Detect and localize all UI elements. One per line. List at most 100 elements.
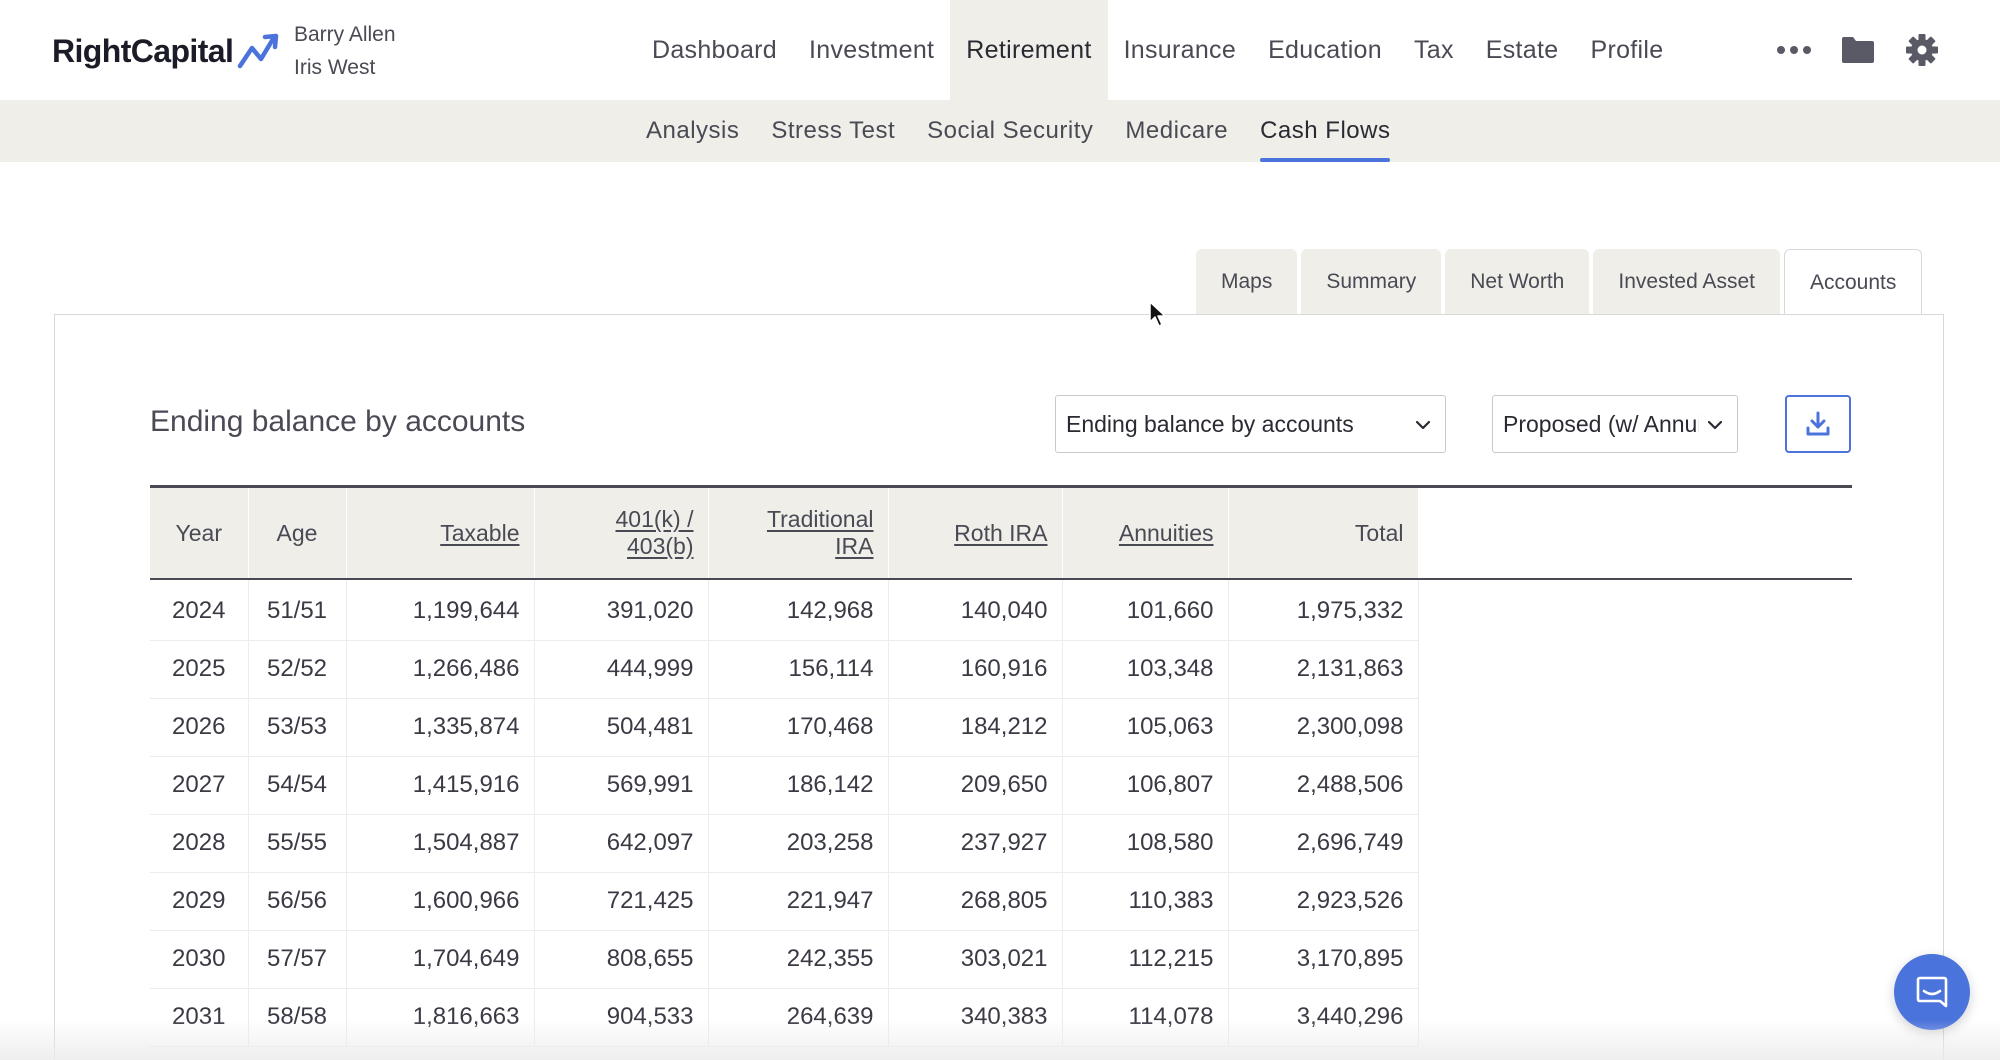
client-names[interactable]: Barry Allen Iris West — [294, 18, 396, 84]
cell-annuities: 108,580 — [1062, 814, 1229, 873]
cell-annuities: 112,215 — [1062, 930, 1229, 989]
cell-401k: 904,533 — [534, 988, 709, 1047]
cell-taxable: 1,816,663 — [346, 988, 535, 1047]
chat-icon — [1916, 976, 1948, 1008]
cell-total: 3,440,296 — [1228, 988, 1419, 1047]
header-year: Year — [150, 488, 249, 578]
cell-annuities: 114,078 — [1062, 988, 1229, 1047]
cell-taxable: 1,335,874 — [346, 698, 535, 757]
sub-navigation: Analysis Stress Test Social Security Med… — [0, 100, 2000, 162]
cell-roth-ira: 140,040 — [888, 578, 1063, 641]
header-401k[interactable]: 401(k) /403(b) — [534, 488, 709, 578]
cell-total: 2,488,506 — [1228, 756, 1419, 815]
cell-roth-ira: 160,916 — [888, 640, 1063, 699]
header-annuities-label: Annuities — [1118, 519, 1214, 546]
subnav-medicare[interactable]: Medicare — [1109, 100, 1244, 162]
subnav-analysis[interactable]: Analysis — [630, 100, 755, 162]
tab-accounts[interactable]: Accounts — [1783, 249, 1923, 316]
mouse-cursor-icon — [1149, 301, 1166, 327]
cell-401k: 642,097 — [534, 814, 709, 873]
header-trad-line1: Traditional — [766, 506, 874, 532]
cell-401k: 808,655 — [534, 930, 709, 989]
subnav-social-security[interactable]: Social Security — [911, 100, 1109, 162]
tab-invested-asset[interactable]: Invested Asset — [1593, 249, 1780, 315]
table-row: 2028 55/55 1,504,887 642,097 203,258 237… — [150, 814, 1419, 873]
cell-roth-ira: 303,021 — [888, 930, 1063, 989]
cell-401k: 444,999 — [534, 640, 709, 699]
cell-annuities: 106,807 — [1062, 756, 1229, 815]
cell-traditional-ira: 156,114 — [708, 640, 889, 699]
tab-maps[interactable]: Maps — [1196, 249, 1298, 315]
header-total: Total — [1228, 488, 1419, 578]
gear-icon — [1906, 34, 1938, 66]
download-button[interactable] — [1785, 395, 1851, 453]
subnav-stress-test[interactable]: Stress Test — [755, 100, 911, 162]
cell-total: 3,170,895 — [1228, 930, 1419, 989]
cell-traditional-ira: 264,639 — [708, 988, 889, 1047]
accounts-table: Year Age Taxable 401(k) /403(b) Traditio… — [150, 488, 1419, 1047]
tab-summary[interactable]: Summary — [1301, 249, 1442, 315]
cell-taxable: 1,600,966 — [346, 872, 535, 931]
cell-age: 54/54 — [248, 756, 347, 815]
scenario-select-value: Proposed (w/ Annuity) — [1503, 410, 1699, 437]
nav-retirement[interactable]: Retirement — [950, 0, 1108, 100]
header-taxable[interactable]: Taxable — [346, 488, 535, 578]
cell-roth-ira: 340,383 — [888, 988, 1063, 1047]
nav-tax[interactable]: Tax — [1398, 0, 1470, 100]
cell-age: 53/53 — [248, 698, 347, 757]
more-horizontal-icon — [1777, 46, 1811, 54]
nav-profile[interactable]: Profile — [1574, 0, 1679, 100]
header-401k-line2: 403(b) — [627, 533, 694, 559]
header-roth-label: Roth IRA — [954, 519, 1048, 546]
client-primary-name: Barry Allen — [294, 23, 396, 46]
brand-mark-icon — [238, 33, 279, 69]
cell-year: 2028 — [150, 814, 249, 873]
table-row: 2026 53/53 1,335,874 504,481 170,468 184… — [150, 698, 1419, 757]
more-menu-button[interactable] — [1762, 0, 1826, 100]
cell-total: 2,300,098 — [1228, 698, 1419, 757]
vault-button[interactable] — [1826, 0, 1890, 100]
panel-title: Ending balance by accounts — [150, 405, 526, 438]
settings-button[interactable] — [1890, 0, 1954, 100]
download-icon — [1806, 411, 1830, 436]
top-navigation: RightCapital Barry Allen Iris West Dashb… — [0, 0, 2000, 100]
cell-roth-ira: 237,927 — [888, 814, 1063, 873]
chat-launcher-button[interactable] — [1894, 954, 1970, 1030]
view-select[interactable]: Ending balance by accounts — [1055, 395, 1446, 453]
nav-education[interactable]: Education — [1252, 0, 1398, 100]
nav-estate[interactable]: Estate — [1470, 0, 1575, 100]
chevron-down-icon — [1707, 420, 1723, 430]
table-row: 2025 52/52 1,266,486 444,999 156,114 160… — [150, 640, 1419, 699]
header-taxable-label: Taxable — [440, 519, 520, 546]
table-row: 2030 57/57 1,704,649 808,655 242,355 303… — [150, 930, 1419, 989]
cell-annuities: 103,348 — [1062, 640, 1229, 699]
client-spouse-name: Iris West — [294, 56, 376, 79]
cell-roth-ira: 209,650 — [888, 756, 1063, 815]
header-traditional-ira[interactable]: Traditional IRA — [708, 488, 889, 578]
cell-age: 56/56 — [248, 872, 347, 931]
table-row: 2029 56/56 1,600,966 721,425 221,947 268… — [150, 872, 1419, 931]
nav-insurance[interactable]: Insurance — [1108, 0, 1253, 100]
nav-investment[interactable]: Investment — [793, 0, 950, 100]
view-tabs: Maps Summary Net Worth Invested Asset Ac… — [1196, 249, 1923, 316]
table-row: 2024 51/51 1,199,644 391,020 142,968 140… — [150, 578, 1419, 641]
subnav-cash-flows[interactable]: Cash Flows — [1244, 100, 1406, 162]
header-roth-ira[interactable]: Roth IRA — [888, 488, 1063, 578]
header-annuities[interactable]: Annuities — [1062, 488, 1229, 578]
cell-401k: 721,425 — [534, 872, 709, 931]
tab-net-worth[interactable]: Net Worth — [1445, 249, 1590, 315]
cell-roth-ira: 268,805 — [888, 872, 1063, 931]
scenario-select[interactable]: Proposed (w/ Annuity) — [1492, 395, 1738, 453]
cell-401k: 569,991 — [534, 756, 709, 815]
table-row: 2027 54/54 1,415,916 569,991 186,142 209… — [150, 756, 1419, 815]
cell-year: 2024 — [150, 578, 249, 641]
cell-annuities: 101,660 — [1062, 578, 1229, 641]
folder-icon — [1842, 37, 1874, 63]
brand-logo[interactable]: RightCapital — [52, 26, 283, 76]
nav-dashboard[interactable]: Dashboard — [636, 0, 793, 100]
cell-401k: 504,481 — [534, 698, 709, 757]
cell-age: 51/51 — [248, 578, 347, 641]
accounts-panel: Ending balance by accounts Ending balanc… — [54, 314, 1944, 1060]
cell-traditional-ira: 203,258 — [708, 814, 889, 873]
cell-roth-ira: 184,212 — [888, 698, 1063, 757]
